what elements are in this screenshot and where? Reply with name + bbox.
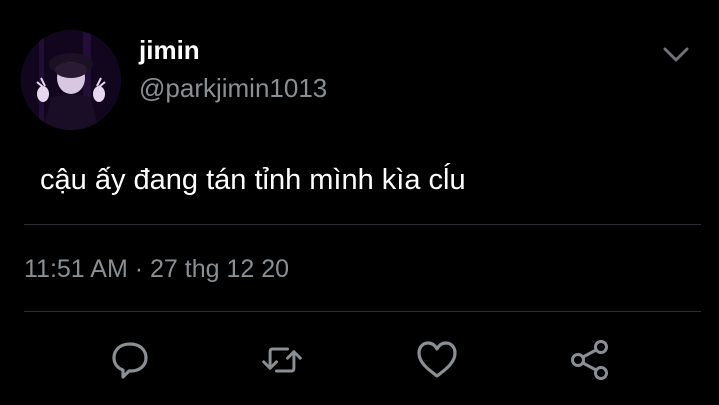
share-icon (571, 340, 608, 380)
retweet-button[interactable] (260, 338, 304, 382)
reply-button[interactable] (108, 338, 152, 382)
tweet-detail: jimin @parkjimin1013 cậu ấy đang tán tỉn… (0, 0, 719, 405)
tweet-timestamp[interactable]: 11:51 AM · 27 thg 12 20 (24, 255, 289, 284)
reply-icon (112, 342, 148, 379)
share-button[interactable] (568, 338, 612, 382)
retweet-icon (262, 347, 302, 373)
like-button[interactable] (415, 338, 459, 382)
display-name[interactable]: jimin (139, 35, 200, 66)
divider (24, 311, 701, 312)
avatar-image (21, 30, 121, 130)
tweet-text: cậu ấy đang tán tỉnh mình kìa cĺu (40, 164, 466, 196)
avatar[interactable] (21, 30, 121, 130)
user-handle[interactable]: @parkjimin1013 (139, 73, 327, 104)
chevron-down-icon[interactable] (660, 38, 692, 70)
divider (24, 224, 701, 225)
like-icon (417, 341, 457, 378)
